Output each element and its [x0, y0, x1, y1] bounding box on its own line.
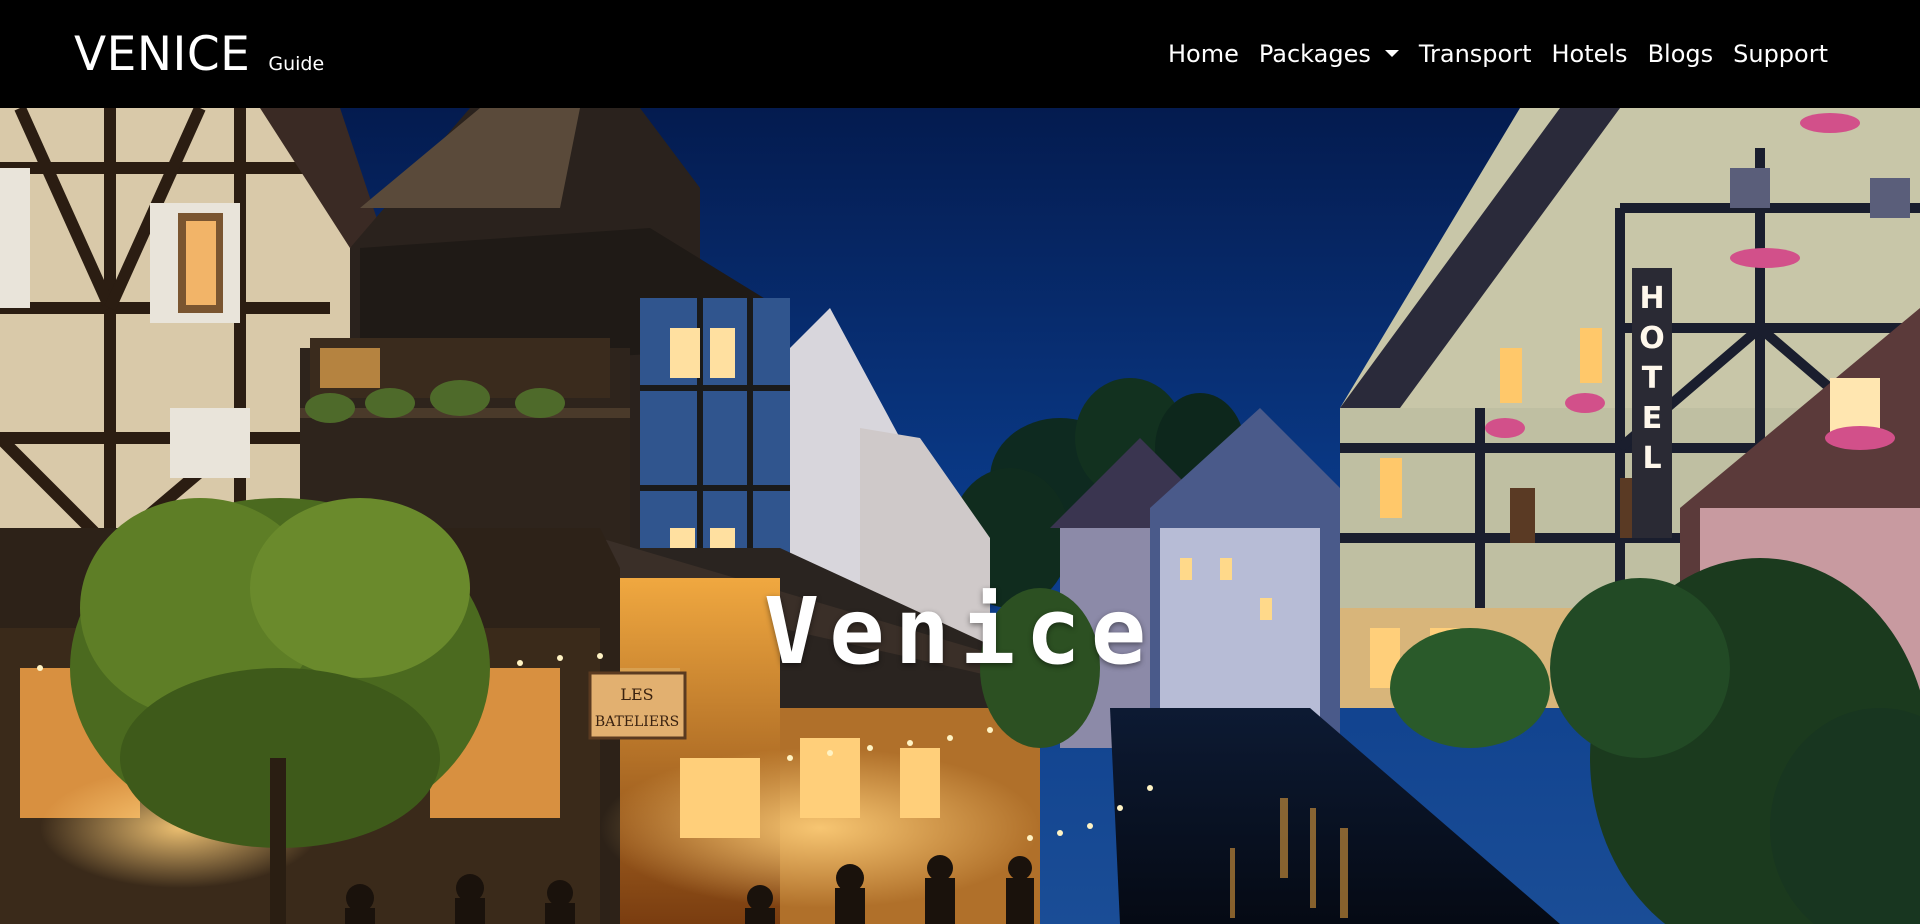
nav-hotels[interactable]: Hotels	[1541, 36, 1637, 72]
restaurant-sign-line2: BATELIERS	[595, 714, 679, 730]
hotel-sign-letter-t: T	[1642, 361, 1663, 396]
hero-image: LES BATELIERS H O T E L	[0, 108, 1920, 924]
nav-transport[interactable]: Transport	[1409, 36, 1542, 72]
hero-title: Venice	[763, 577, 1157, 685]
chevron-down-icon	[1384, 49, 1399, 57]
hotel-sign-letter-l: L	[1642, 441, 1661, 476]
hotel-sign-letter-o: O	[1639, 321, 1665, 356]
hotel-sign: H O T E L	[1639, 281, 1665, 476]
brand-name: VENICE	[74, 27, 251, 82]
restaurant-sign-line1: LES	[620, 685, 653, 704]
main-nav: Home Packages Transport Hotels Blogs Sup…	[1158, 36, 1838, 72]
nav-support[interactable]: Support	[1723, 36, 1838, 72]
hotel-sign-letter-h: H	[1639, 281, 1664, 316]
navbar: VENICE Guide Home Packages Transport Hote…	[0, 0, 1920, 108]
nav-packages-label: Packages	[1258, 40, 1371, 68]
hero-section: LES BATELIERS H O T E L Venice	[0, 108, 1920, 924]
brand-logo[interactable]: VENICE Guide	[74, 28, 324, 82]
nav-packages[interactable]: Packages	[1249, 36, 1409, 72]
nav-home[interactable]: Home	[1158, 36, 1249, 72]
hotel-sign-letter-e: E	[1642, 401, 1663, 436]
brand-subtitle: Guide	[268, 53, 325, 75]
nav-blogs[interactable]: Blogs	[1638, 36, 1724, 72]
